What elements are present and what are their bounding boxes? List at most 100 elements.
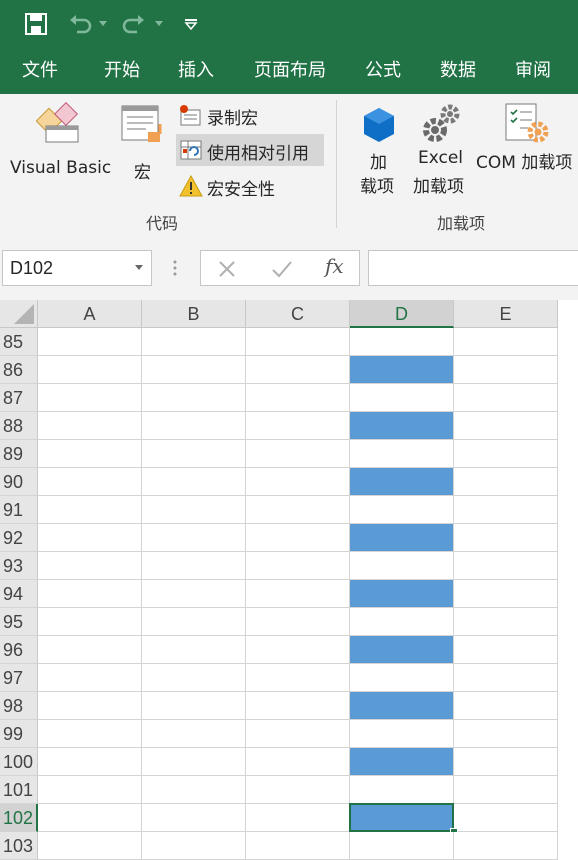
cell-b100[interactable]: [142, 748, 246, 776]
row-header[interactable]: 102: [0, 804, 38, 832]
row-header[interactable]: 95: [0, 608, 38, 636]
excel-addins-button[interactable]: Excel 加载项: [410, 102, 472, 202]
macro-button[interactable]: 宏: [118, 100, 170, 183]
cell-c96[interactable]: [246, 636, 350, 664]
cell-a99[interactable]: [38, 720, 142, 748]
cell-e95[interactable]: [454, 608, 558, 636]
cell-d97[interactable]: [350, 664, 454, 692]
cell-a90[interactable]: [38, 468, 142, 496]
cell-e102[interactable]: [454, 804, 558, 832]
cell-e94[interactable]: [454, 580, 558, 608]
cell-b90[interactable]: [142, 468, 246, 496]
row-header[interactable]: 98: [0, 692, 38, 720]
cell-a97[interactable]: [38, 664, 142, 692]
cell-b98[interactable]: [142, 692, 246, 720]
cell-a87[interactable]: [38, 384, 142, 412]
cell-c90[interactable]: [246, 468, 350, 496]
cell-d93[interactable]: [350, 552, 454, 580]
record-macro-button[interactable]: 录制宏: [176, 102, 276, 129]
cell-a100[interactable]: [38, 748, 142, 776]
cell-e91[interactable]: [454, 496, 558, 524]
tab-page-layout[interactable]: 页面布局: [254, 48, 326, 94]
cell-a96[interactable]: [38, 636, 142, 664]
cell-e85[interactable]: [454, 328, 558, 356]
row-header[interactable]: 103: [0, 832, 38, 860]
cell-d95[interactable]: [350, 608, 454, 636]
cell-e89[interactable]: [454, 440, 558, 468]
cell-c95[interactable]: [246, 608, 350, 636]
cell-a89[interactable]: [38, 440, 142, 468]
row-header[interactable]: 93: [0, 552, 38, 580]
row-header[interactable]: 100: [0, 748, 38, 776]
enter-check-icon[interactable]: [271, 259, 293, 279]
cell-a85[interactable]: [38, 328, 142, 356]
cell-c92[interactable]: [246, 524, 350, 552]
cell-e100[interactable]: [454, 748, 558, 776]
save-icon[interactable]: [22, 0, 50, 48]
column-header-a[interactable]: A: [38, 300, 142, 328]
cell-c85[interactable]: [246, 328, 350, 356]
cell-b93[interactable]: [142, 552, 246, 580]
row-header[interactable]: 101: [0, 776, 38, 804]
cell-a101[interactable]: [38, 776, 142, 804]
column-header-c[interactable]: C: [246, 300, 350, 328]
tab-data[interactable]: 数据: [440, 48, 476, 94]
cell-b87[interactable]: [142, 384, 246, 412]
cell-e86[interactable]: [454, 356, 558, 384]
cell-c100[interactable]: [246, 748, 350, 776]
row-header[interactable]: 87: [0, 384, 38, 412]
cell-a88[interactable]: [38, 412, 142, 440]
cell-c89[interactable]: [246, 440, 350, 468]
cell-c93[interactable]: [246, 552, 350, 580]
tab-review[interactable]: 审阅: [515, 48, 551, 94]
cell-d91[interactable]: [350, 496, 454, 524]
row-header[interactable]: 97: [0, 664, 38, 692]
row-header[interactable]: 89: [0, 440, 38, 468]
redo-dropdown-icon[interactable]: [153, 0, 165, 48]
cancel-icon[interactable]: [217, 259, 237, 279]
cell-c94[interactable]: [246, 580, 350, 608]
cell-a86[interactable]: [38, 356, 142, 384]
cell-a98[interactable]: [38, 692, 142, 720]
cell-a102[interactable]: [38, 804, 142, 832]
row-header[interactable]: 85: [0, 328, 38, 356]
cell-b95[interactable]: [142, 608, 246, 636]
cell-d88[interactable]: [350, 412, 454, 440]
cell-d99[interactable]: [350, 720, 454, 748]
select-all-corner[interactable]: [0, 300, 38, 328]
formula-input[interactable]: [368, 250, 578, 286]
cell-b96[interactable]: [142, 636, 246, 664]
cell-c87[interactable]: [246, 384, 350, 412]
cell-e97[interactable]: [454, 664, 558, 692]
cell-c91[interactable]: [246, 496, 350, 524]
cell-b101[interactable]: [142, 776, 246, 804]
cell-b88[interactable]: [142, 412, 246, 440]
cell-b94[interactable]: [142, 580, 246, 608]
cell-c99[interactable]: [246, 720, 350, 748]
cell-e93[interactable]: [454, 552, 558, 580]
cell-c97[interactable]: [246, 664, 350, 692]
cell-e92[interactable]: [454, 524, 558, 552]
row-header[interactable]: 92: [0, 524, 38, 552]
cell-e99[interactable]: [454, 720, 558, 748]
row-header[interactable]: 88: [0, 412, 38, 440]
cell-b97[interactable]: [142, 664, 246, 692]
tab-file[interactable]: 文件: [22, 48, 58, 94]
cell-c101[interactable]: [246, 776, 350, 804]
cell-d103[interactable]: [350, 832, 454, 860]
cell-a91[interactable]: [38, 496, 142, 524]
cell-d85[interactable]: [350, 328, 454, 356]
row-header[interactable]: 94: [0, 580, 38, 608]
cell-e88[interactable]: [454, 412, 558, 440]
name-box[interactable]: D102: [2, 250, 152, 286]
row-header[interactable]: 91: [0, 496, 38, 524]
insert-function-icon[interactable]: fx: [325, 254, 344, 278]
cell-b92[interactable]: [142, 524, 246, 552]
cell-e98[interactable]: [454, 692, 558, 720]
tab-insert[interactable]: 插入: [178, 48, 214, 94]
cell-e87[interactable]: [454, 384, 558, 412]
column-header-e[interactable]: E: [454, 300, 558, 328]
row-header[interactable]: 86: [0, 356, 38, 384]
cell-e90[interactable]: [454, 468, 558, 496]
relative-reference-button[interactable]: 使用相对引用: [176, 134, 324, 166]
